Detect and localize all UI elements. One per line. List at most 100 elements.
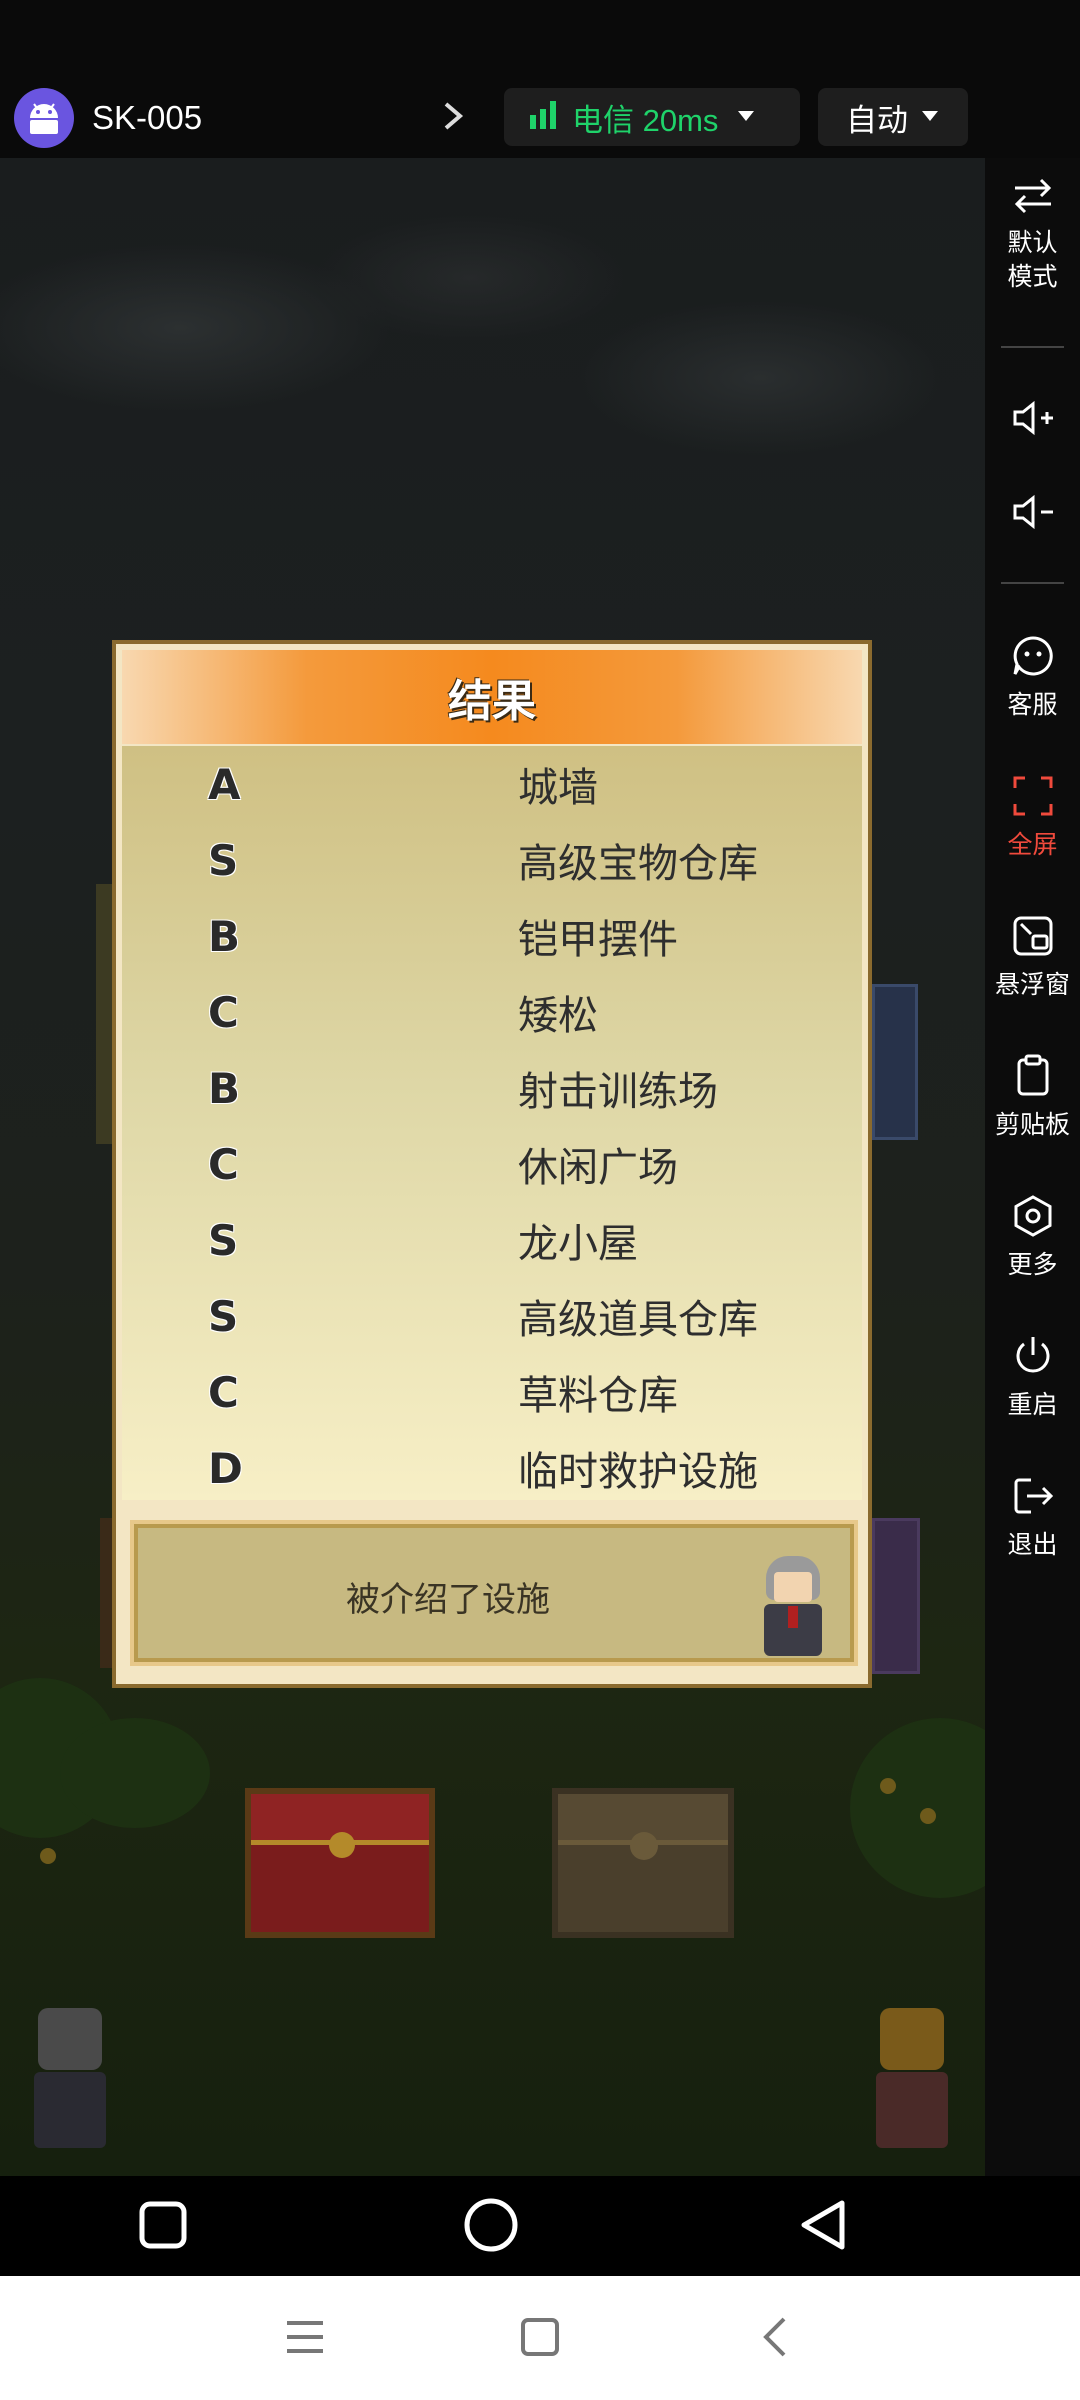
quality-selector[interactable]: 自动: [818, 88, 968, 146]
volume-down-icon: [1011, 492, 1055, 536]
floating-window-icon: [1011, 914, 1055, 962]
float-label: 悬浮窗: [994, 970, 1070, 999]
grade-label: S: [208, 1291, 239, 1341]
flower: [40, 1848, 56, 1864]
result-row: B 射击训练场: [122, 1050, 862, 1126]
clipboard-button[interactable]: 剪贴板: [985, 1054, 1080, 1142]
customer-service-button[interactable]: 客服: [985, 634, 1080, 722]
exit-label: 退出: [1007, 1530, 1058, 1559]
swap-arrows-icon: [1011, 176, 1055, 220]
exit-icon: [1011, 1474, 1055, 1522]
npc-right: [862, 2008, 962, 2148]
device-name: SK-005: [92, 99, 203, 136]
grade-label: S: [208, 835, 239, 885]
npc-left: [20, 2008, 120, 2148]
dialog-title: 结果: [448, 676, 536, 727]
caret-down-icon: [736, 108, 756, 127]
grade-label: D: [208, 1443, 243, 1493]
bush: [850, 1718, 985, 1898]
red-treasure-chest[interactable]: [245, 1788, 435, 1938]
result-row: C 休闲广场: [122, 1126, 862, 1202]
service-label: 客服: [1007, 690, 1058, 719]
result-row: C 草料仓库: [122, 1354, 862, 1430]
clipboard-icon: [1011, 1054, 1055, 1102]
restart-button[interactable]: 重启: [985, 1334, 1080, 1422]
recents-button[interactable]: [130, 2194, 196, 2260]
grade-label: C: [208, 1367, 239, 1417]
hexagon-settings-icon: [1011, 1194, 1055, 1242]
triangle-back-icon: [798, 2199, 848, 2255]
fullscreen-button[interactable]: 全屏: [985, 774, 1080, 862]
flower: [880, 1778, 896, 1794]
clipboard-label: 剪贴板: [994, 1110, 1070, 1139]
facility-name: 射击训练场: [518, 1069, 718, 1115]
menu-lines-icon: [285, 2319, 325, 2359]
result-row: A 城墙: [122, 746, 862, 822]
result-row: C 矮松: [122, 974, 862, 1050]
system-back-button[interactable]: [750, 2314, 800, 2364]
result-row: S 高级道具仓库: [122, 1278, 862, 1354]
top-bar: SK-005 电信 20ms 自动: [0, 0, 1080, 158]
signal-bars-icon: [528, 101, 558, 133]
power-icon: [1011, 1334, 1055, 1382]
bush: [60, 1718, 210, 1828]
remote-nav-bar: [0, 2176, 1080, 2276]
chat-face-icon: [1011, 634, 1055, 682]
network-selector[interactable]: 电信 20ms: [504, 88, 800, 146]
fullscreen-icon: [1011, 774, 1055, 822]
chevron-right-icon[interactable]: [438, 96, 468, 136]
facility-name: 高级道具仓库: [518, 1297, 758, 1343]
square-icon: [138, 2200, 188, 2254]
message-text: 被介绍了设施: [346, 1580, 550, 1620]
volume-down-button[interactable]: [985, 492, 1080, 536]
volume-up-icon: [1011, 398, 1055, 442]
quality-label: 自动: [846, 102, 908, 139]
facility-name: 铠甲摆件: [518, 917, 678, 963]
grade-label: B: [208, 911, 241, 961]
grade-label: A: [208, 759, 241, 809]
result-row: B 铠甲摆件: [122, 898, 862, 974]
side-panel: 默认 模式 客服 全屏 悬浮窗 剪贴板 更多 重启 退出: [985, 158, 1080, 2176]
building-right-lower: [872, 1518, 920, 1674]
volume-up-button[interactable]: [985, 398, 1080, 442]
back-button[interactable]: [790, 2194, 856, 2260]
floating-window-button[interactable]: 悬浮窗: [985, 914, 1080, 1002]
message-box[interactable]: 被介绍了设施: [130, 1520, 858, 1666]
divider: [1001, 582, 1064, 584]
result-row: S 高级宝物仓库: [122, 822, 862, 898]
elder-character-sprite: [760, 1556, 826, 1656]
dialog-header: 结果: [122, 650, 862, 744]
more-label: 更多: [1007, 1250, 1058, 1279]
result-row: D 临时救护设施: [122, 1430, 862, 1506]
chevron-left-icon: [760, 2315, 790, 2363]
more-button[interactable]: 更多: [985, 1194, 1080, 1282]
circle-icon: [463, 2197, 519, 2257]
facility-name: 临时救护设施: [518, 1449, 758, 1495]
facility-name: 草料仓库: [518, 1373, 678, 1419]
facility-name: 龙小屋: [518, 1221, 638, 1267]
grade-label: B: [208, 1063, 241, 1113]
grade-label: C: [208, 1139, 239, 1189]
result-dialog: 结果 A 城墙 S 高级宝物仓库 B 铠甲摆件 C 矮松 B 射击训练场 C 休…: [112, 640, 872, 1688]
system-nav-bar: [0, 2276, 1080, 2400]
divider: [1001, 346, 1064, 348]
fullscreen-label: 全屏: [1007, 830, 1058, 859]
device-selector[interactable]: SK-005: [14, 86, 202, 150]
mode-button[interactable]: 默认 模式: [985, 176, 1080, 294]
home-button[interactable]: [458, 2194, 524, 2260]
facility-name: 高级宝物仓库: [518, 841, 758, 887]
result-list: A 城墙 S 高级宝物仓库 B 铠甲摆件 C 矮松 B 射击训练场 C 休闲广场…: [122, 746, 862, 1500]
system-home-button[interactable]: [515, 2314, 565, 2364]
exit-button[interactable]: 退出: [985, 1474, 1080, 1562]
caret-down-icon: [920, 108, 940, 127]
facility-name: 矮松: [518, 993, 598, 1039]
square-icon: [520, 2317, 560, 2361]
menu-button[interactable]: [280, 2314, 330, 2364]
android-icon: [14, 88, 74, 148]
flower: [920, 1808, 936, 1824]
facility-name: 城墙: [518, 765, 598, 811]
brown-treasure-chest[interactable]: [552, 1788, 734, 1938]
result-row: S 龙小屋: [122, 1202, 862, 1278]
network-label: 电信 20ms: [572, 102, 719, 138]
facility-name: 休闲广场: [518, 1145, 678, 1191]
